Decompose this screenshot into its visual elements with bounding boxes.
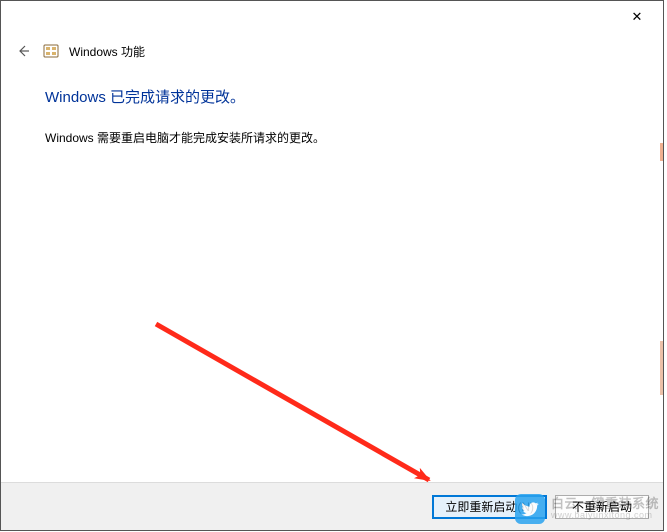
header: Windows 功能 bbox=[13, 41, 145, 61]
annotation-arrow bbox=[1, 1, 665, 532]
back-arrow-icon bbox=[15, 43, 31, 59]
content-area: Windows 已完成请求的更改。 Windows 需要重启电脑才能完成安装所请… bbox=[45, 86, 633, 146]
main-heading: Windows 已完成请求的更改。 bbox=[45, 86, 633, 107]
restart-now-button[interactable]: 立即重新启动(N) bbox=[432, 495, 547, 519]
footer: 立即重新启动(N) 不重新启动 bbox=[1, 482, 663, 530]
dialog-title: Windows 功能 bbox=[69, 43, 145, 60]
background-sliver bbox=[660, 143, 663, 161]
windows-features-icon bbox=[43, 43, 59, 59]
back-button[interactable] bbox=[13, 41, 33, 61]
close-icon: ✕ bbox=[632, 9, 643, 25]
close-button[interactable]: ✕ bbox=[617, 3, 657, 31]
body-text: Windows 需要重启电脑才能完成安装所请求的更改。 bbox=[45, 129, 633, 146]
background-sliver bbox=[660, 341, 663, 395]
dont-restart-button[interactable]: 不重新启动 bbox=[555, 495, 649, 519]
dialog-window: ✕ Windows 功能 Windows 已完成请求的更改。 Windows 需… bbox=[0, 0, 664, 531]
